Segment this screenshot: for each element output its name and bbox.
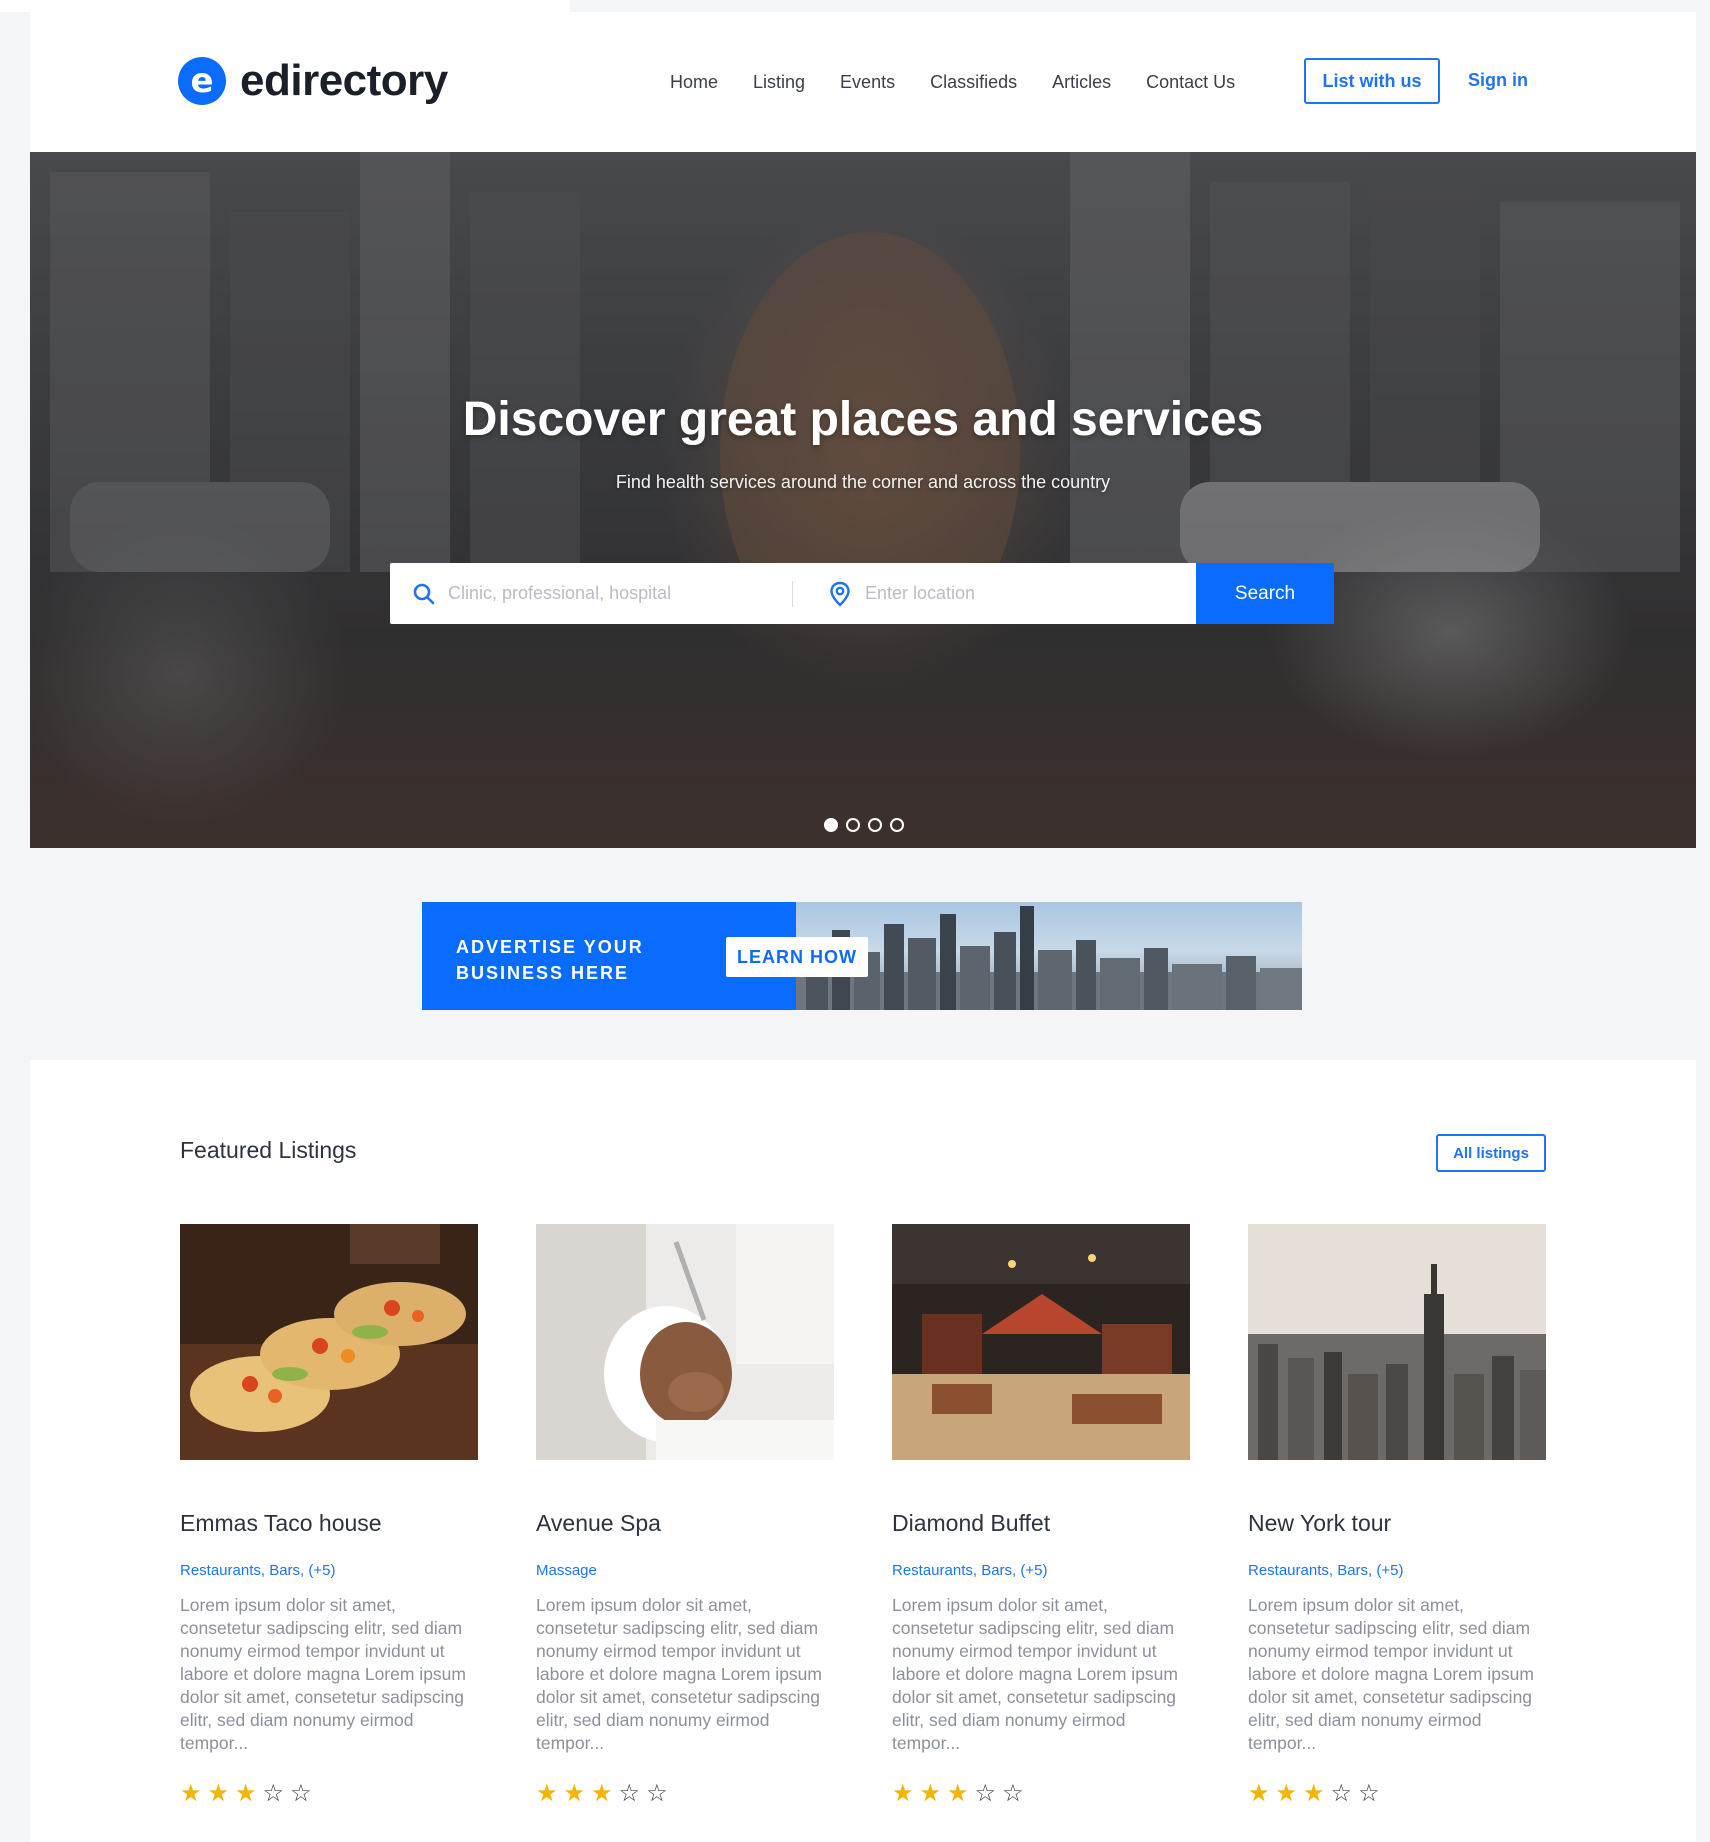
main-nav: Home Listing Events Classifieds Articles… (670, 72, 1270, 93)
nav-classifieds[interactable]: Classifieds (930, 72, 1017, 93)
nav-events[interactable]: Events (840, 72, 895, 93)
hero-section: Discover great places and services Find … (30, 152, 1696, 848)
star-empty-icon: ☆ (262, 1780, 285, 1807)
listing-card[interactable]: Diamond Buffet Restaurants, Bars, (+5) L… (892, 1224, 1190, 1806)
ad-banner-text-panel: ADVERTISE YOUR BUSINESS HERE LEARN HOW (422, 902, 868, 1010)
hero-title: Discover great places and services (462, 393, 1264, 446)
nav-listing[interactable]: Listing (753, 72, 805, 93)
new-york-skyline-photo (1248, 1224, 1546, 1460)
featured-listings-grid: Emmas Taco house Restaurants, Bars, (+5)… (180, 1224, 1560, 1824)
star-filled-icon: ★ (235, 1780, 257, 1807)
star-empty-icon: ☆ (618, 1780, 641, 1807)
star-filled-icon: ★ (1275, 1780, 1298, 1807)
listing-title[interactable]: Avenue Spa (536, 1510, 661, 1537)
star-empty-icon: ☆ (1002, 1780, 1024, 1807)
listing-description: Lorem ipsum dolor sit amet, consetetur s… (536, 1595, 822, 1753)
listing-title[interactable]: Diamond Buffet (892, 1510, 1050, 1537)
carousel-dot-3[interactable] (868, 818, 882, 832)
star-filled-icon: ★ (207, 1780, 230, 1807)
listing-card[interactable]: Avenue Spa Massage Lorem ipsum dolor sit… (536, 1224, 834, 1806)
listing-description: Lorem ipsum dolor sit amet, consetetur s… (1248, 1595, 1534, 1753)
site-header: e edirectory Home Listing Events Classif… (30, 12, 1696, 152)
listing-description: Lorem ipsum dolor sit amet, consetetur s… (180, 1595, 466, 1753)
nav-contact-us[interactable]: Contact Us (1146, 72, 1235, 93)
logo-badge-icon: e (178, 57, 226, 105)
ad-section: ADVERTISE YOUR BUSINESS HERE LEARN HOW (30, 848, 1696, 1060)
keyword-search-input[interactable] (448, 583, 778, 604)
carousel-dot-4[interactable] (890, 818, 904, 832)
all-listings-button[interactable]: All listings (1436, 1134, 1546, 1172)
page-background-strip (0, 0, 570, 12)
star-filled-icon: ★ (563, 1780, 586, 1807)
star-filled-icon: ★ (180, 1780, 202, 1807)
location-search-field (793, 563, 1197, 624)
listing-image-spa[interactable] (536, 1224, 834, 1460)
location-pin-icon (830, 581, 850, 607)
listing-image-tacos[interactable] (180, 1224, 478, 1460)
ad-banner[interactable]: ADVERTISE YOUR BUSINESS HERE LEARN HOW (422, 902, 1302, 1010)
ad-headline-line-1: ADVERTISE YOUR (456, 937, 644, 957)
listing-card[interactable]: New York tour Restaurants, Bars, (+5) Lo… (1248, 1224, 1546, 1806)
star-empty-icon: ☆ (290, 1780, 312, 1807)
search-icon (413, 583, 435, 604)
search-bar: Search (390, 563, 1334, 624)
page: e edirectory Home Listing Events Classif… (30, 12, 1696, 1842)
star-filled-icon: ★ (919, 1780, 942, 1807)
listing-rating: ★ ★ ★ ☆ ☆ (892, 1782, 1024, 1806)
star-filled-icon: ★ (892, 1780, 914, 1807)
sign-in-link[interactable]: Sign in (1468, 70, 1528, 91)
featured-listings-title: Featured Listings (180, 1137, 357, 1163)
listing-image-restaurant[interactable] (892, 1224, 1190, 1460)
star-empty-icon: ☆ (1330, 1780, 1353, 1807)
hero-overlay (30, 152, 1696, 848)
carousel-dot-1[interactable] (824, 818, 838, 832)
keyword-search-field (390, 563, 792, 624)
learn-how-button[interactable]: LEARN HOW (726, 937, 868, 977)
tacos-photo (180, 1224, 478, 1460)
hero-subtitle: Find health services around the corner a… (615, 472, 1111, 492)
restaurant-interior-photo (892, 1224, 1190, 1460)
listing-categories[interactable]: Restaurants, Bars, (+5) (1248, 1562, 1403, 1579)
star-filled-icon: ★ (947, 1780, 969, 1807)
star-filled-icon: ★ (591, 1780, 613, 1807)
listing-description: Lorem ipsum dolor sit amet, consetetur s… (892, 1595, 1178, 1753)
nav-home[interactable]: Home (670, 72, 718, 93)
listing-rating: ★ ★ ★ ☆ ☆ (536, 1782, 668, 1806)
listing-title[interactable]: New York tour (1248, 1510, 1391, 1537)
carousel-dot-2[interactable] (846, 818, 860, 832)
star-empty-icon: ☆ (974, 1780, 997, 1807)
listing-rating: ★ ★ ★ ☆ ☆ (1248, 1782, 1380, 1806)
listing-card[interactable]: Emmas Taco house Restaurants, Bars, (+5)… (180, 1224, 478, 1806)
listing-rating: ★ ★ ★ ☆ ☆ (180, 1782, 312, 1806)
nav-articles[interactable]: Articles (1052, 72, 1111, 93)
list-with-us-button[interactable]: List with us (1304, 58, 1440, 104)
listing-title[interactable]: Emmas Taco house (180, 1510, 382, 1537)
star-empty-icon: ☆ (646, 1780, 668, 1807)
spa-facial-photo (536, 1224, 834, 1460)
listing-categories[interactable]: Restaurants, Bars, (+5) (180, 1562, 335, 1579)
carousel-dots (824, 818, 904, 832)
star-filled-icon: ★ (1248, 1780, 1270, 1807)
listing-categories[interactable]: Restaurants, Bars, (+5) (892, 1562, 1047, 1579)
search-button[interactable]: Search (1196, 563, 1334, 624)
star-empty-icon: ☆ (1358, 1780, 1380, 1807)
star-filled-icon: ★ (1303, 1780, 1325, 1807)
skyline-illustration (796, 906, 1302, 1010)
logo-text: edirectory (240, 56, 448, 105)
listing-categories[interactable]: Massage (536, 1562, 597, 1579)
listing-image-new-york[interactable] (1248, 1224, 1546, 1460)
ad-headline: ADVERTISE YOUR BUSINESS HERE (456, 934, 644, 986)
ad-headline-line-2: BUSINESS HERE (456, 963, 630, 983)
ad-city-skyline-image (796, 902, 1302, 1010)
logo[interactable]: e edirectory (178, 56, 448, 106)
star-filled-icon: ★ (536, 1780, 558, 1807)
location-input[interactable] (865, 583, 1185, 604)
